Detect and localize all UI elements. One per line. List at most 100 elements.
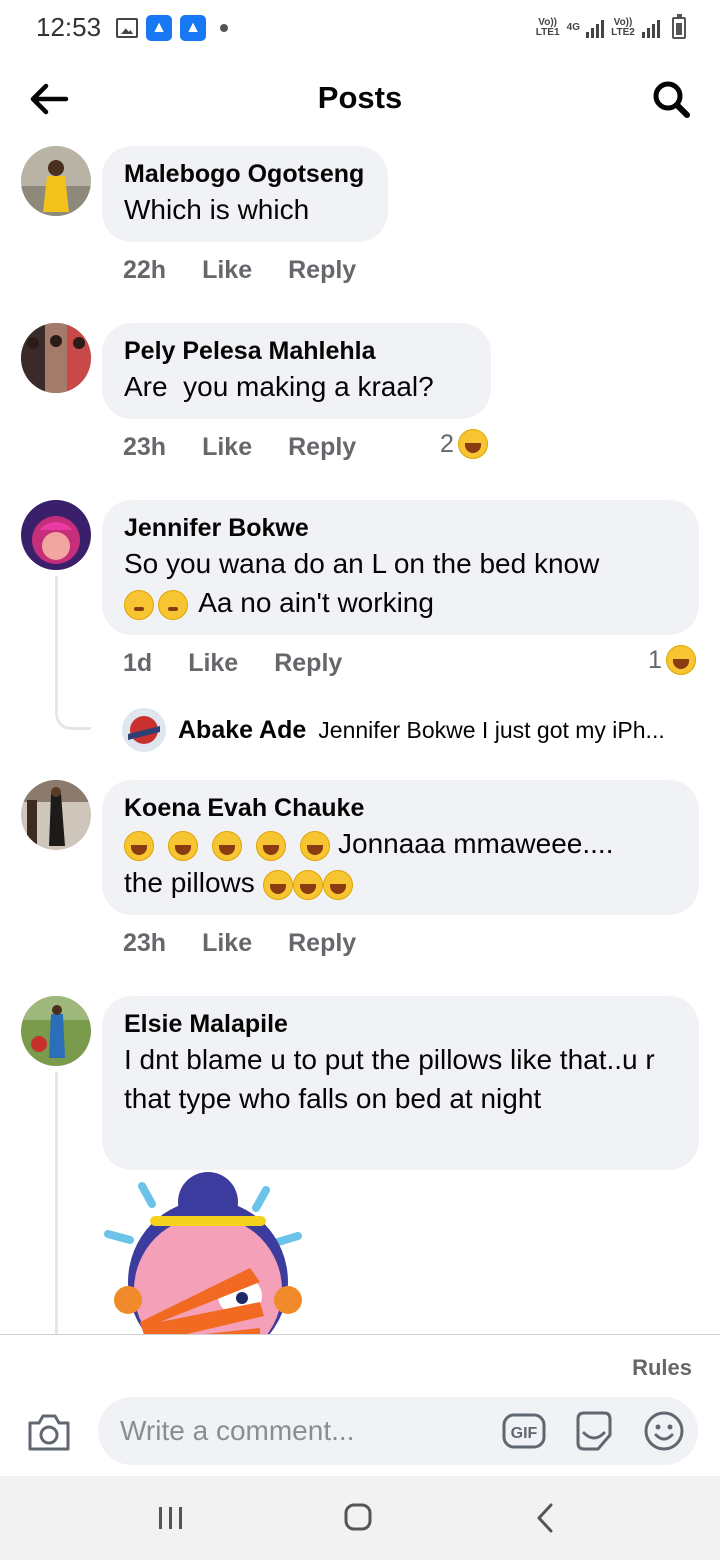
rocket-icon: ▲	[180, 15, 206, 41]
status-bar: 12:53 ▲ ▲ Vo)) LTE1 4G Vo)) LTE2	[0, 0, 720, 56]
comment-text-line1-row: Jonnaaa mmaweee....	[124, 824, 677, 863]
comment-text-line2: Aa no ain't working	[198, 587, 434, 618]
smiley-icon	[644, 1411, 684, 1451]
rocket-icon: ▲	[146, 15, 172, 41]
comment-author[interactable]: Pely Pelesa Mahlehla	[124, 335, 469, 367]
nav-back-button[interactable]	[534, 1502, 556, 1534]
search-icon	[653, 81, 690, 118]
home-icon	[344, 1503, 372, 1531]
tears-of-joy-emoji-icon	[168, 830, 198, 861]
status-time: 12:53	[36, 12, 102, 42]
reply-text: Jennifer Bokwe I just got my iPh...	[318, 716, 665, 743]
like-button[interactable]: Like	[202, 929, 252, 958]
avatar-image	[21, 996, 91, 1066]
status-right: Vo)) LTE1 4G Vo)) LTE2	[535, 14, 686, 42]
laughing-emoji-icon	[457, 429, 488, 459]
comment-actions: 1d Like Reply	[123, 649, 342, 678]
avatar-image	[21, 780, 91, 850]
comment-author[interactable]: Malebogo Ogotseng	[124, 158, 366, 190]
rules-link[interactable]: Rules	[632, 1355, 692, 1381]
reaction-count: 1	[648, 645, 662, 674]
network-1-label: Vo)) LTE1	[535, 17, 560, 38]
avatar[interactable]	[122, 708, 166, 752]
comment-bubble[interactable]: Malebogo Ogotseng Which is which	[102, 146, 388, 242]
reaction-summary[interactable]: 2	[440, 429, 488, 459]
comment-time[interactable]: 23h	[123, 433, 166, 462]
signal-icon	[642, 18, 660, 38]
camera-button[interactable]	[26, 1411, 72, 1453]
page-title: Posts	[317, 80, 403, 115]
comment-text-line2: the pillows	[124, 867, 255, 898]
comment-time[interactable]: 22h	[123, 256, 166, 285]
reply-author[interactable]: Abake Ade	[178, 716, 306, 745]
facepalm-sticker[interactable]	[100, 1172, 320, 1336]
comment-text-line1: Jonnaaa mmaweee....	[338, 828, 614, 859]
comment-text-line1: So you wana do an L on the bed know	[124, 548, 600, 579]
comment-text-line2-row: the pillows	[124, 863, 677, 902]
comment-text: Which is which	[124, 194, 310, 225]
comment-actions: 23h Like Reply	[123, 929, 356, 958]
avatar[interactable]	[21, 780, 91, 850]
laughing-emoji-icon	[665, 645, 696, 675]
tears-of-joy-emoji-icon	[212, 830, 242, 861]
dot-icon	[220, 24, 228, 32]
comment-bubble[interactable]: Koena Evah Chauke Jonnaaa mmaweee.... th…	[102, 780, 699, 915]
avatar-image	[122, 708, 166, 752]
reply-button[interactable]: Reply	[288, 433, 356, 462]
reply-preview[interactable]: Abake Ade Jennifer Bokwe I just got my i…	[122, 708, 665, 752]
gif-icon: GIF	[502, 1413, 546, 1449]
search-button[interactable]	[648, 76, 694, 122]
thread-connector	[55, 700, 91, 730]
comment-author[interactable]: Jennifer Bokwe	[124, 512, 677, 544]
comment-time[interactable]: 23h	[123, 929, 166, 958]
rofl-emoji-icon	[292, 869, 323, 900]
thinking-emoji-icon	[124, 589, 154, 620]
facepalm-sticker-image	[104, 1172, 302, 1336]
gif-label: GIF	[511, 1425, 538, 1442]
rofl-emoji-icon	[322, 869, 353, 900]
avatar[interactable]	[21, 323, 91, 393]
like-button[interactable]: Like	[188, 649, 238, 678]
like-button[interactable]: Like	[202, 256, 252, 285]
reply-button[interactable]: Reply	[288, 256, 356, 285]
comment-time[interactable]: 1d	[123, 649, 152, 678]
thread-line	[55, 576, 58, 704]
like-button[interactable]: Like	[202, 433, 252, 462]
comment-bubble[interactable]: Pely Pelesa Mahlehla Are you making a kr…	[102, 323, 491, 419]
recents-button[interactable]	[156, 1504, 186, 1532]
comment-text-line2-row: Aa no ain't working	[124, 583, 677, 622]
tears-of-joy-emoji-icon	[300, 830, 330, 861]
comment-text: I dnt blame u to put the pillows like th…	[124, 1044, 655, 1114]
sticker-button[interactable]	[572, 1409, 616, 1453]
network-2-label: Vo)) LTE2	[611, 17, 635, 38]
comment-bubble[interactable]: Jennifer Bokwe So you wana do an L on th…	[102, 500, 699, 635]
comment-text: Are you making a kraal?	[124, 371, 434, 402]
thread-line	[55, 1072, 58, 1334]
battery-icon	[672, 14, 686, 39]
network-type-label: 4G	[566, 22, 580, 33]
reply-button[interactable]: Reply	[288, 929, 356, 958]
emoji-button[interactable]	[642, 1409, 686, 1453]
chevron-left-icon	[537, 1503, 553, 1533]
home-button[interactable]	[343, 1502, 373, 1532]
reaction-count: 2	[440, 429, 454, 458]
avatar[interactable]	[21, 146, 91, 216]
comment-actions: 22h Like Reply	[123, 256, 356, 285]
reaction-summary[interactable]: 1	[648, 645, 696, 675]
avatar[interactable]	[21, 500, 91, 570]
gif-button[interactable]: GIF	[502, 1411, 546, 1451]
thinking-emoji-icon	[158, 589, 188, 620]
comment-author[interactable]: Elsie Malapile	[124, 1008, 677, 1040]
header: Posts	[0, 56, 720, 140]
camera-icon	[28, 1414, 70, 1451]
gallery-icon	[116, 18, 138, 38]
avatar-image	[21, 146, 91, 216]
comment-author[interactable]: Koena Evah Chauke	[124, 792, 677, 824]
avatar-image	[21, 500, 91, 570]
avatar-image	[21, 323, 91, 393]
avatar[interactable]	[21, 996, 91, 1066]
rofl-emoji-icon	[262, 869, 293, 900]
tears-of-joy-emoji-icon	[124, 830, 154, 861]
reply-button[interactable]: Reply	[274, 649, 342, 678]
comment-bubble[interactable]: Elsie Malapile I dnt blame u to put the …	[102, 996, 699, 1170]
